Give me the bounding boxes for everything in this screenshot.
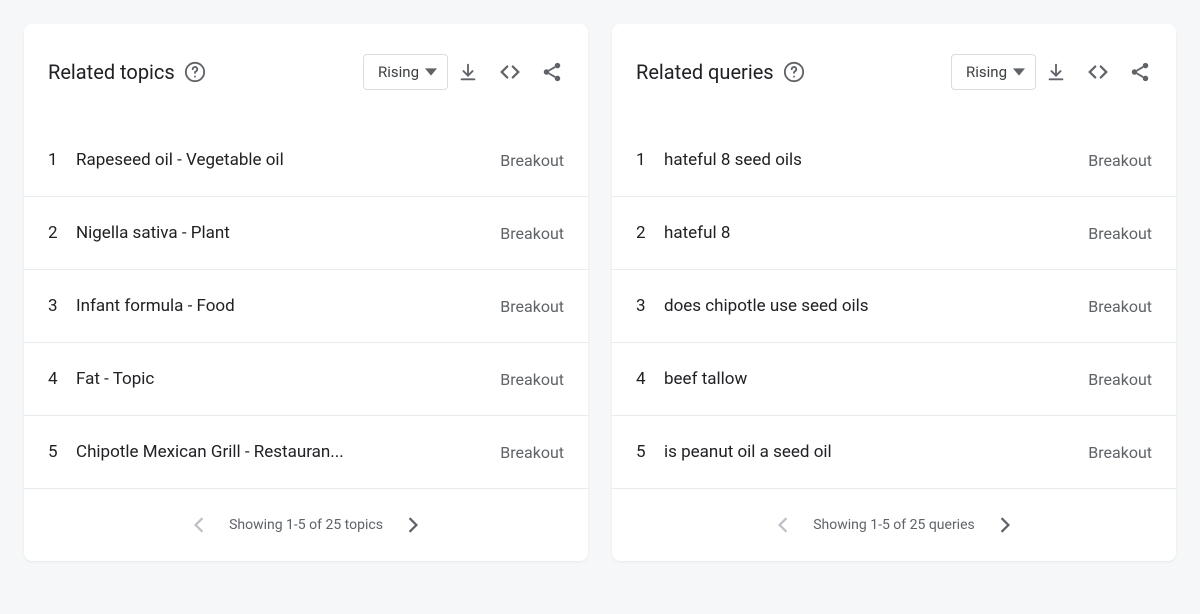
embed-icon[interactable]: [498, 60, 522, 84]
item-value: Breakout: [1088, 224, 1152, 243]
list-item[interactable]: 2 hateful 8 Breakout: [612, 197, 1176, 270]
item-label: Rapeseed oil - Vegetable oil: [76, 150, 500, 170]
share-icon[interactable]: [540, 60, 564, 84]
chevron-down-icon: [425, 66, 437, 78]
list-item[interactable]: 1 hateful 8 seed oils Breakout: [612, 124, 1176, 197]
card-header: Related topics Rising: [24, 24, 588, 96]
item-label: Fat - Topic: [76, 369, 500, 389]
item-value: Breakout: [500, 297, 564, 316]
page-prev-button[interactable]: [771, 513, 795, 537]
sort-dropdown[interactable]: Rising: [951, 54, 1036, 90]
title-wrap: Related queries: [636, 60, 951, 84]
pager-text: Showing 1-5 of 25 queries: [813, 517, 975, 533]
list-item[interactable]: 3 Infant formula - Food Breakout: [24, 270, 588, 343]
help-icon[interactable]: [782, 60, 806, 84]
item-rank: 2: [48, 223, 76, 243]
card-header: Related queries Rising: [612, 24, 1176, 96]
item-label: Nigella sativa - Plant: [76, 223, 500, 243]
dropdown-label: Rising: [966, 63, 1007, 81]
download-icon[interactable]: [456, 60, 480, 84]
embed-icon[interactable]: [1086, 60, 1110, 84]
queries-list: 1 hateful 8 seed oils Breakout 2 hateful…: [612, 124, 1176, 489]
topics-list: 1 Rapeseed oil - Vegetable oil Breakout …: [24, 124, 588, 489]
item-rank: 3: [48, 296, 76, 316]
item-value: Breakout: [500, 224, 564, 243]
item-rank: 1: [48, 150, 76, 170]
item-label: hateful 8: [664, 223, 1088, 243]
list-item[interactable]: 5 is peanut oil a seed oil Breakout: [612, 416, 1176, 489]
pager: Showing 1-5 of 25 queries: [612, 489, 1176, 561]
item-rank: 5: [48, 442, 76, 462]
item-label: hateful 8 seed oils: [664, 150, 1088, 170]
item-rank: 5: [636, 442, 664, 462]
item-value: Breakout: [500, 151, 564, 170]
pager-text: Showing 1-5 of 25 topics: [229, 517, 383, 533]
item-value: Breakout: [500, 370, 564, 389]
dropdown-label: Rising: [378, 63, 419, 81]
item-rank: 4: [636, 369, 664, 389]
list-item[interactable]: 4 Fat - Topic Breakout: [24, 343, 588, 416]
sort-dropdown[interactable]: Rising: [363, 54, 448, 90]
item-rank: 1: [636, 150, 664, 170]
item-value: Breakout: [500, 443, 564, 462]
list-item[interactable]: 5 Chipotle Mexican Grill - Restauran... …: [24, 416, 588, 489]
item-label: Infant formula - Food: [76, 296, 500, 316]
item-rank: 3: [636, 296, 664, 316]
page-prev-button[interactable]: [187, 513, 211, 537]
page-next-button[interactable]: [993, 513, 1017, 537]
card-actions: [456, 60, 564, 84]
item-value: Breakout: [1088, 151, 1152, 170]
item-value: Breakout: [1088, 443, 1152, 462]
item-value: Breakout: [1088, 370, 1152, 389]
list-item[interactable]: 1 Rapeseed oil - Vegetable oil Breakout: [24, 124, 588, 197]
download-icon[interactable]: [1044, 60, 1068, 84]
item-label: does chipotle use seed oils: [664, 296, 1088, 316]
card-actions: [1044, 60, 1152, 84]
chevron-right-icon: [1000, 517, 1010, 533]
help-icon[interactable]: [183, 60, 207, 84]
list-item[interactable]: 4 beef tallow Breakout: [612, 343, 1176, 416]
item-value: Breakout: [1088, 297, 1152, 316]
list-item[interactable]: 2 Nigella sativa - Plant Breakout: [24, 197, 588, 270]
item-label: is peanut oil a seed oil: [664, 442, 1088, 462]
panel-title: Related topics: [48, 60, 175, 84]
page-next-button[interactable]: [401, 513, 425, 537]
chevron-right-icon: [408, 517, 418, 533]
item-label: beef tallow: [664, 369, 1088, 389]
chevron-left-icon: [778, 517, 788, 533]
item-rank: 2: [636, 223, 664, 243]
chevron-down-icon: [1013, 66, 1025, 78]
chevron-left-icon: [194, 517, 204, 533]
item-label: Chipotle Mexican Grill - Restauran...: [76, 442, 500, 462]
related-topics-card: Related topics Rising: [24, 24, 588, 561]
related-queries-card: Related queries Rising: [612, 24, 1176, 561]
title-wrap: Related topics: [48, 60, 363, 84]
panel-title: Related queries: [636, 60, 774, 84]
pager: Showing 1-5 of 25 topics: [24, 489, 588, 561]
item-rank: 4: [48, 369, 76, 389]
share-icon[interactable]: [1128, 60, 1152, 84]
list-item[interactable]: 3 does chipotle use seed oils Breakout: [612, 270, 1176, 343]
